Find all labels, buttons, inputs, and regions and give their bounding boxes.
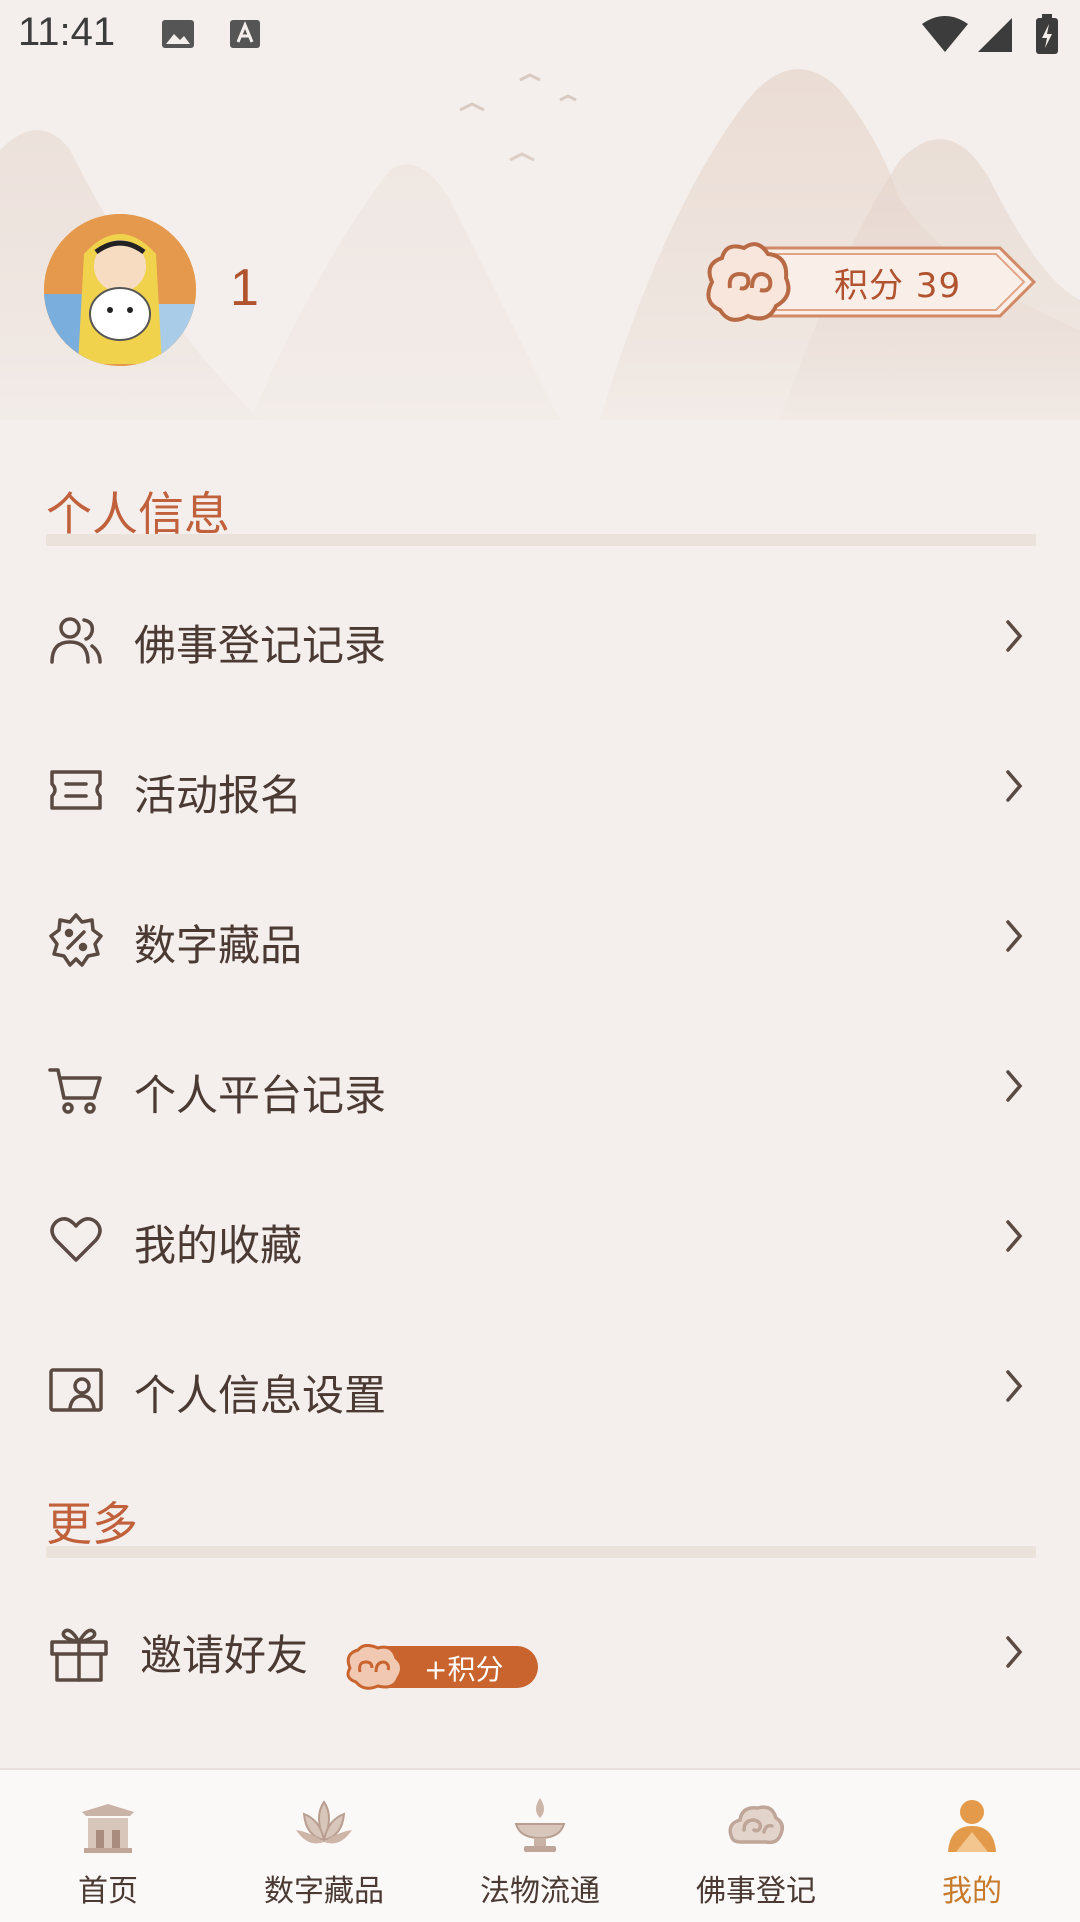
section-divider (46, 534, 1036, 546)
username: 1 (230, 259, 259, 317)
menu-item-favorites[interactable]: 我的收藏 (0, 1190, 1080, 1300)
chevron-right-icon (1000, 914, 1028, 958)
id-card-icon (48, 1362, 104, 1418)
nav-tab-dharma-items[interactable]: 法物流通 (432, 1770, 648, 1922)
menu-item-label: 活动报名 (134, 771, 303, 820)
menu-item-digital-collectibles[interactable]: 数字藏品 (0, 890, 1080, 1000)
nav-tab-label: 法物流通 (480, 1874, 600, 1909)
lotus-icon (294, 1796, 354, 1856)
menu-item-label: 个人平台记录 (134, 1071, 387, 1120)
status-bar: 11:41 (0, 0, 1080, 72)
battery-charging-icon (1034, 12, 1060, 60)
menu-item-ritual-records[interactable]: 佛事登记记录 (0, 590, 1080, 700)
cart-icon (48, 1062, 104, 1118)
points-reward-badge: +积分 (344, 1643, 540, 1690)
menu-item-label: 我的收藏 (134, 1221, 303, 1270)
nav-tab-label: 首页 (78, 1874, 138, 1909)
monk-icon (942, 1796, 1002, 1856)
chevron-right-icon (1000, 764, 1028, 808)
auspicious-cloud-icon (706, 242, 791, 322)
oil-lamp-icon (510, 1796, 570, 1856)
menu-item-label: 数字藏品 (134, 921, 303, 970)
nav-tab-label: 我的 (942, 1874, 1002, 1909)
menu-item-invite-friends[interactable]: 邀请好友 +积分 (0, 1600, 1080, 1710)
cloud-icon (726, 1796, 786, 1856)
bottom-navigation: 首页 数字藏品 法物流通 佛事登记 我的 (0, 1768, 1080, 1922)
chevron-right-icon (1000, 614, 1028, 658)
discount-badge-icon (48, 912, 104, 968)
avatar-image (44, 214, 196, 366)
points-badge[interactable]: 积分 39 (700, 234, 1038, 330)
temple-icon (78, 1796, 138, 1856)
ticket-icon (48, 762, 104, 818)
image-notification-icon (160, 16, 196, 56)
nav-tab-label: 数字藏品 (264, 1874, 384, 1909)
nav-tab-ritual-registration[interactable]: 佛事登记 (648, 1770, 864, 1922)
chevron-right-icon (1000, 1630, 1028, 1674)
text-notification-icon (228, 16, 262, 56)
points-label: 积分 39 (834, 266, 962, 306)
nav-tab-digital-collectibles[interactable]: 数字藏品 (216, 1770, 432, 1922)
wifi-icon (922, 16, 968, 58)
people-icon (48, 612, 104, 668)
section-divider (46, 1546, 1036, 1558)
menu-item-platform-records[interactable]: 个人平台记录 (0, 1040, 1080, 1150)
menu-item-event-signup[interactable]: 活动报名 (0, 740, 1080, 850)
gift-icon (48, 1622, 110, 1682)
cellular-signal-icon (978, 16, 1014, 58)
points-reward-label: +积分 (424, 1653, 504, 1686)
nav-tab-label: 佛事登记 (696, 1874, 816, 1909)
menu-item-label: 个人信息设置 (134, 1371, 387, 1420)
chevron-right-icon (1000, 1214, 1028, 1258)
section-title-more: 更多 (46, 1497, 138, 1551)
nav-tab-me[interactable]: 我的 (864, 1770, 1080, 1922)
avatar[interactable] (44, 214, 196, 366)
menu-item-label: 邀请好友 (140, 1631, 309, 1680)
status-time: 11:41 (18, 10, 116, 54)
chevron-right-icon (1000, 1364, 1028, 1408)
chevron-right-icon (1000, 1064, 1028, 1108)
nav-tab-home[interactable]: 首页 (0, 1770, 216, 1922)
menu-item-label: 佛事登记记录 (134, 621, 387, 670)
menu-item-profile-settings[interactable]: 个人信息设置 (0, 1340, 1080, 1450)
heart-icon (48, 1212, 104, 1268)
